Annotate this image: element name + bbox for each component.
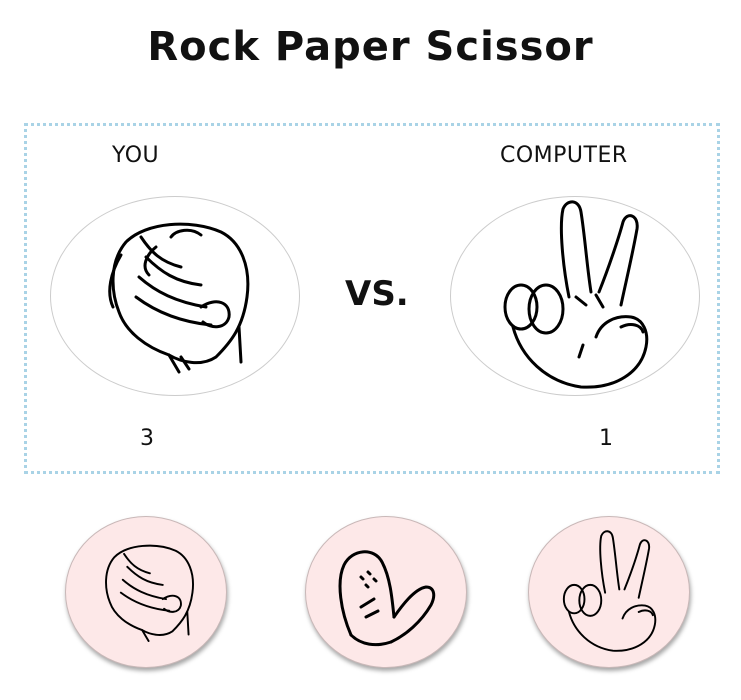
- vs-label: VS.: [345, 274, 409, 314]
- computer-hand-display: [450, 196, 700, 396]
- rock-hand-icon: [105, 544, 194, 642]
- page-title: Rock Paper Scissor: [147, 24, 594, 70]
- paper-hand-icon: [338, 550, 436, 647]
- game-board: YOU COMPUTER VS. 3 1: [24, 123, 720, 474]
- scissor-hand-icon: [562, 530, 657, 652]
- you-score: 3: [140, 426, 154, 451]
- rock-choice-button[interactable]: [65, 516, 227, 668]
- paper-choice-button[interactable]: [305, 516, 467, 668]
- scissor-hand-icon: [503, 200, 649, 389]
- you-hand-display: [50, 196, 300, 396]
- you-label: YOU: [112, 143, 160, 168]
- computer-label: COMPUTER: [500, 143, 628, 168]
- scissor-choice-button[interactable]: [528, 516, 690, 668]
- rock-hand-icon: [108, 222, 250, 374]
- computer-score: 1: [599, 426, 613, 451]
